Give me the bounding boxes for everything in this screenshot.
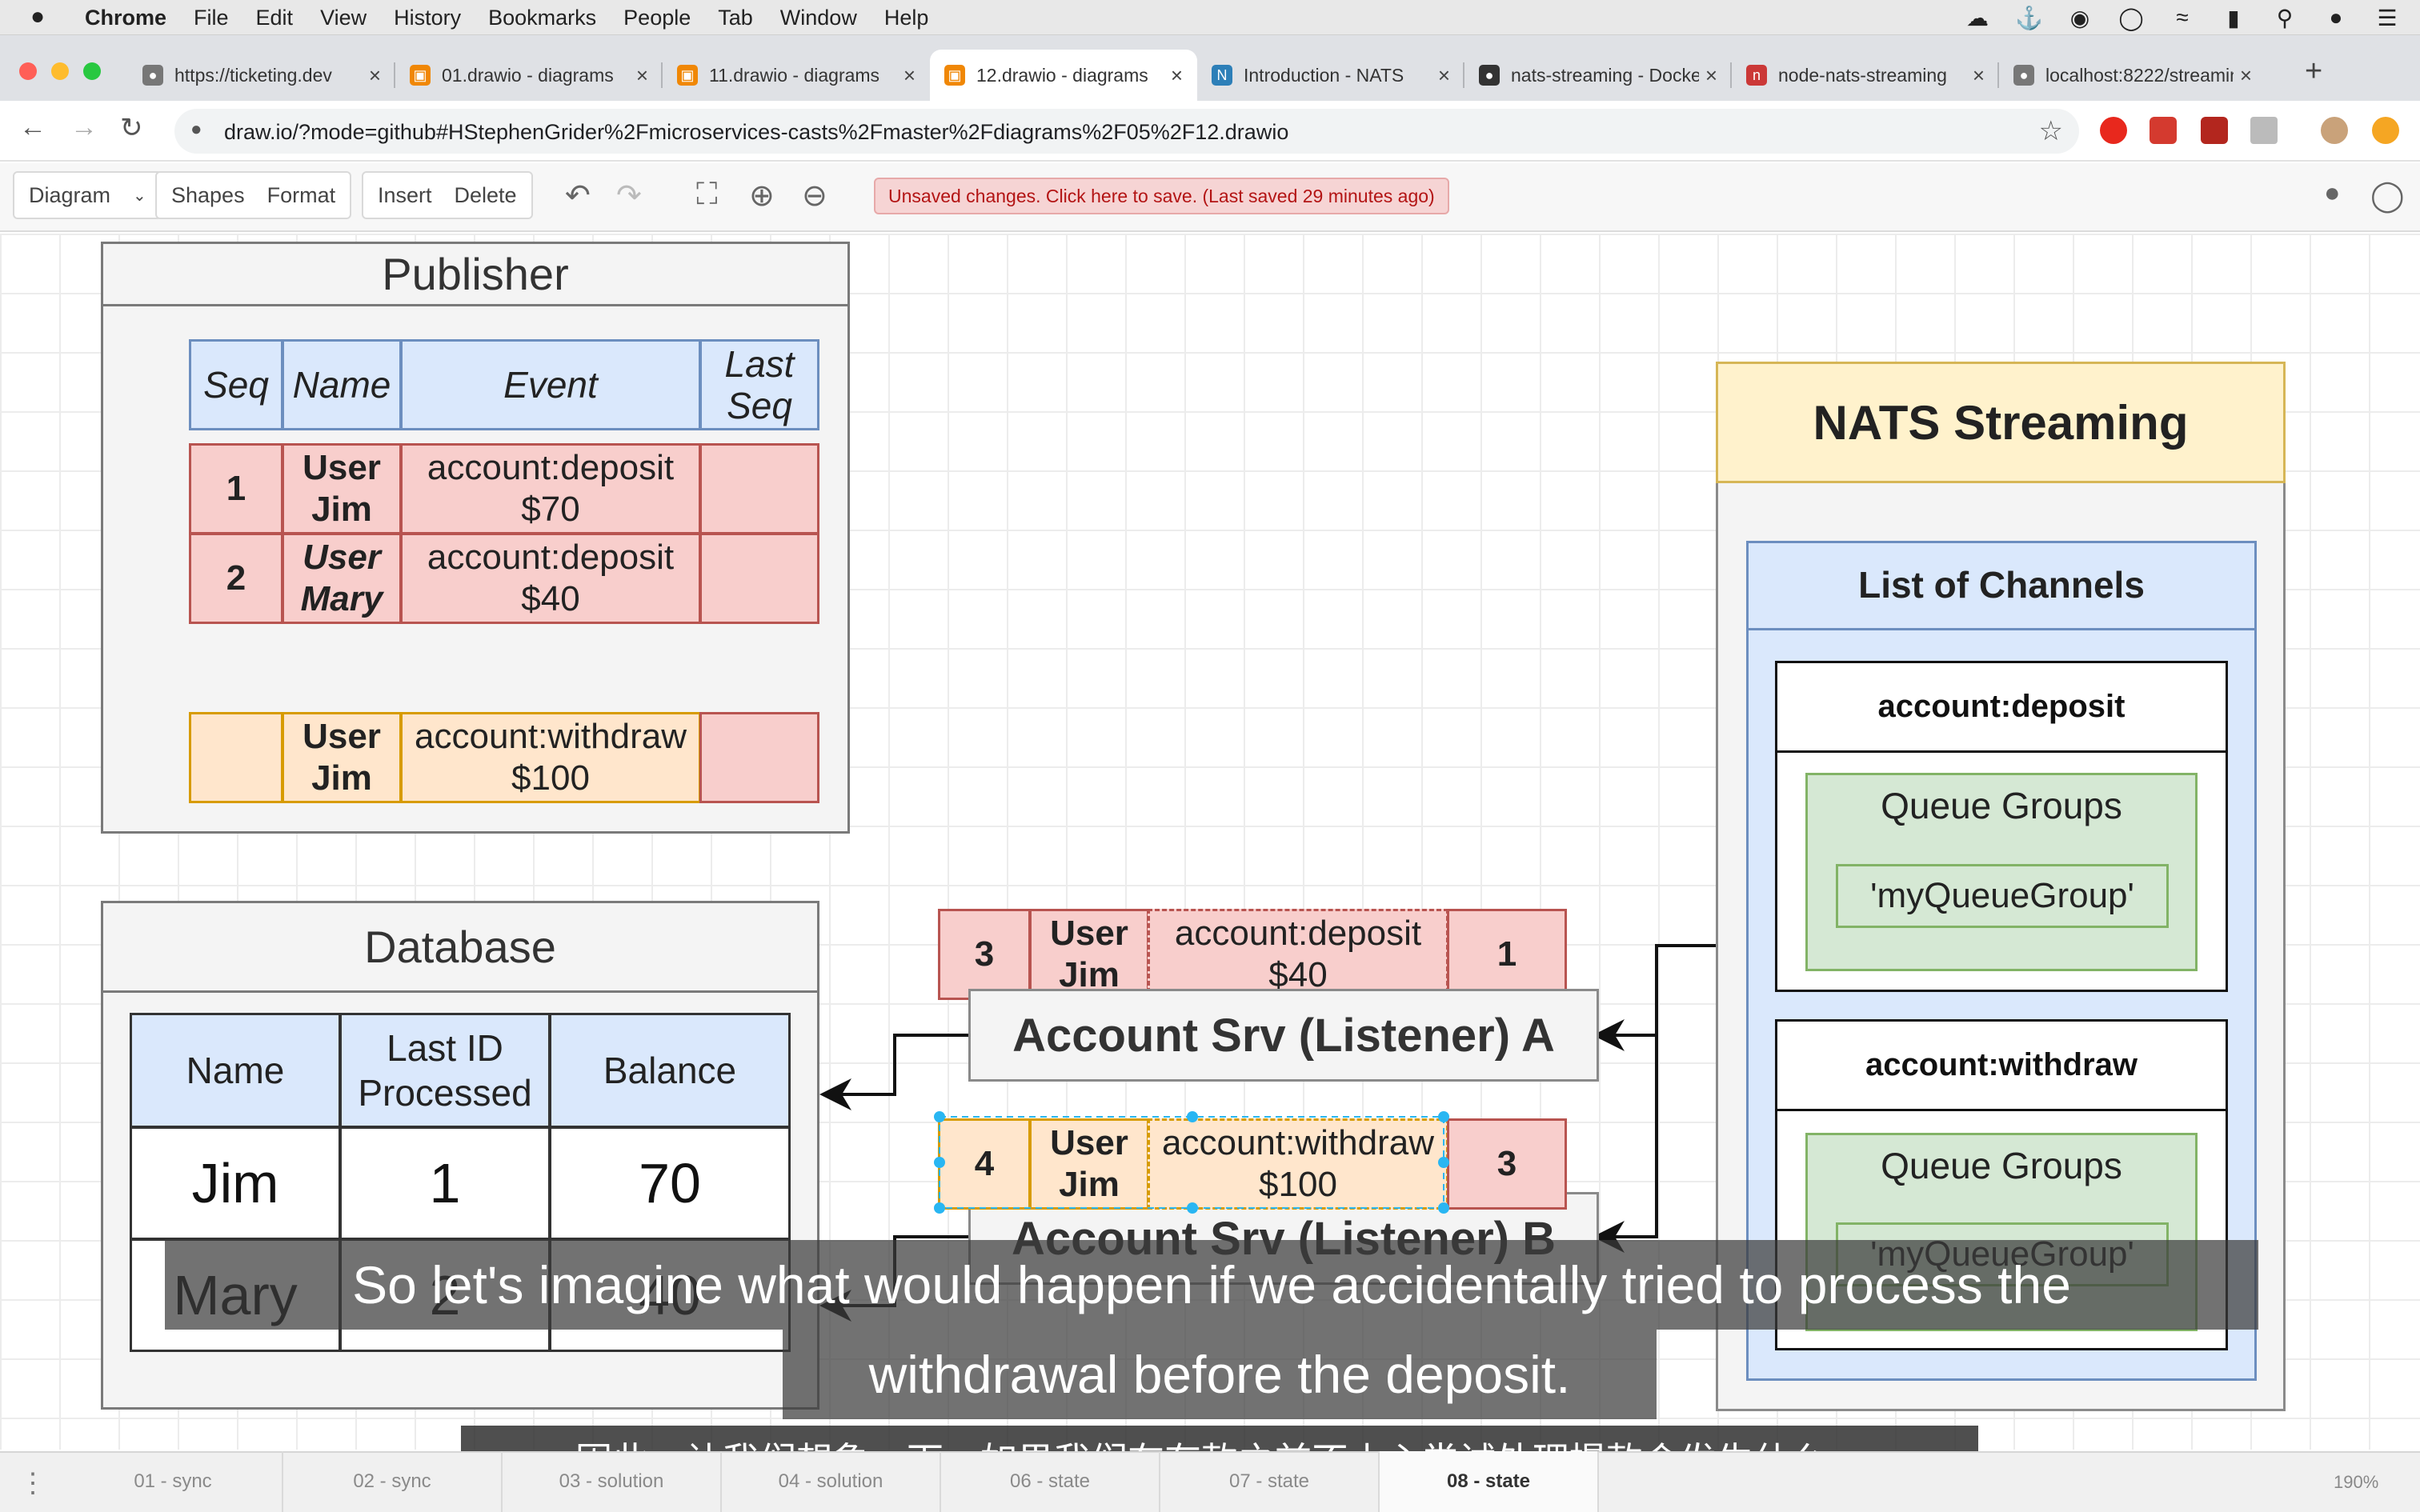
- page-tab[interactable]: 01 - sync: [64, 1451, 283, 1512]
- listener-a[interactable]: Account Srv (Listener) A: [968, 989, 1599, 1082]
- database-header-name[interactable]: Name: [130, 1013, 341, 1128]
- page-tab[interactable]: 03 - solution: [503, 1451, 722, 1512]
- publisher-row2-event[interactable]: account:deposit $40: [400, 533, 701, 624]
- page-tabs: 01 - sync 02 - sync 03 - solution 04 - s…: [64, 1451, 1599, 1512]
- queue-group-item[interactable]: 'myQueueGroup': [1836, 864, 2169, 928]
- queue-groups-title: Queue Groups: [1881, 785, 2122, 826]
- publisher-header-seq[interactable]: Seq: [189, 339, 283, 430]
- database-row1-name[interactable]: Jim: [130, 1126, 341, 1240]
- subtitle-english-line2: withdrawal before the deposit.: [783, 1330, 1657, 1419]
- database-row1-last-id[interactable]: 1: [339, 1126, 551, 1240]
- database-header-balance[interactable]: Balance: [549, 1013, 791, 1128]
- publisher-row3-last-seq[interactable]: [699, 712, 819, 803]
- nats-streaming-title[interactable]: NATS Streaming: [1716, 362, 2286, 483]
- publisher-row2-seq[interactable]: 2: [189, 533, 283, 624]
- queue-groups-title: Queue Groups: [1881, 1145, 2122, 1186]
- publisher-row1-last-seq[interactable]: [699, 443, 819, 534]
- nats-to-listener-b-arrow: [1593, 944, 1716, 1253]
- publisher-row1-event[interactable]: account:deposit $70: [400, 443, 701, 534]
- database-row1-balance[interactable]: 70: [549, 1126, 791, 1240]
- channel-name: account:deposit: [1777, 663, 2226, 753]
- page-tab[interactable]: 02 - sync: [283, 1451, 503, 1512]
- publisher-header-event[interactable]: Event: [400, 339, 701, 430]
- publisher-row3-event[interactable]: account:withdraw $100: [400, 712, 701, 803]
- database-title: Database: [103, 903, 817, 993]
- page-tab-active[interactable]: 08 - state: [1380, 1451, 1599, 1512]
- selection-handles[interactable]: [928, 1088, 1456, 1224]
- event-a-event[interactable]: account:deposit $40: [1148, 909, 1448, 1000]
- subtitle-english-line1: So let's imagine what would happen if we…: [165, 1240, 2258, 1330]
- publisher-row3-seq[interactable]: [189, 712, 283, 803]
- event-a-seq[interactable]: 3: [938, 909, 1031, 1000]
- publisher-row1-name[interactable]: User Jim: [282, 443, 402, 534]
- zoom-level[interactable]: 190%: [2334, 1472, 2378, 1493]
- database-header-last-id[interactable]: Last ID Processed: [339, 1013, 551, 1128]
- event-a-name[interactable]: User Jim: [1029, 909, 1149, 1000]
- publisher-row3-name[interactable]: User Jim: [282, 712, 402, 803]
- listener-a-to-database-arrow: [819, 1034, 968, 1110]
- publisher-row1-seq[interactable]: 1: [189, 443, 283, 534]
- publisher-title: Publisher: [103, 244, 847, 306]
- page-tab[interactable]: 06 - state: [941, 1451, 1160, 1512]
- pages-menu-icon[interactable]: ⋮: [19, 1467, 46, 1499]
- event-b-last-seq[interactable]: 3: [1447, 1118, 1567, 1210]
- event-a-last-seq[interactable]: 1: [1447, 909, 1567, 1000]
- page-tab[interactable]: 04 - solution: [722, 1451, 941, 1512]
- publisher-row2-last-seq[interactable]: [699, 533, 819, 624]
- page-tab[interactable]: 07 - state: [1160, 1451, 1380, 1512]
- channel-name: account:withdraw: [1777, 1022, 2226, 1111]
- publisher-row2-name[interactable]: User Mary: [282, 533, 402, 624]
- publisher-header-name[interactable]: Name: [282, 339, 402, 430]
- channels-title: List of Channels: [1746, 541, 2257, 630]
- publisher-header-last-seq[interactable]: Last Seq: [699, 339, 819, 430]
